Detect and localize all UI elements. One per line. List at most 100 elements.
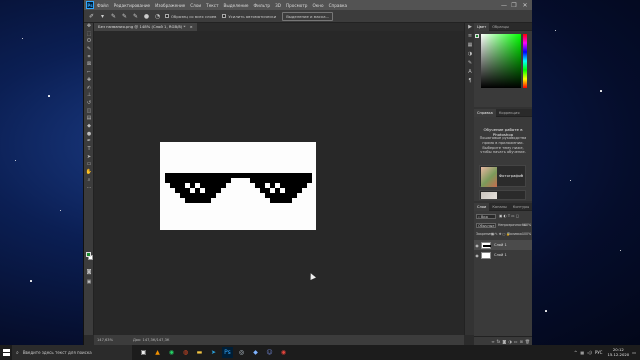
close-tab-icon[interactable]: ×	[190, 24, 193, 29]
whatsapp-app-icon[interactable]: ◉	[166, 347, 177, 358]
rectangle-tool-icon[interactable]: ▭	[84, 161, 94, 169]
blend-mode-select[interactable]: Обычные	[476, 223, 496, 228]
path-selection-tool-icon[interactable]: ➤	[84, 154, 94, 162]
game-app-icon[interactable]: ◆	[250, 347, 261, 358]
link-layers-icon[interactable]: ∞	[491, 339, 494, 344]
select-and-mask-button[interactable]: Выделение и маска...	[282, 11, 334, 21]
quick-selection-tool-icon[interactable]: ✎	[84, 46, 94, 54]
opacity-value[interactable]: 100%	[522, 223, 531, 227]
menu-select[interactable]: Выделение	[224, 3, 249, 8]
zoom-level[interactable]: 147,63%	[97, 338, 113, 342]
move-tool-icon[interactable]: ✥	[84, 23, 94, 31]
close-window-button[interactable]: ✕	[521, 1, 529, 9]
document-tab[interactable]: Без названия.png @ 148% (Слой 1, RGB/8) …	[94, 23, 197, 31]
dropdown-chevron-icon[interactable]: ▾	[99, 13, 106, 20]
steam-app-icon[interactable]: ◎	[236, 347, 247, 358]
clone-stamp-tool-icon[interactable]: ⊥	[84, 92, 94, 100]
show-hidden-icons-icon[interactable]: ^	[574, 350, 577, 355]
minimize-button[interactable]: —	[500, 1, 508, 9]
vlc-app-icon[interactable]: ▲	[152, 347, 163, 358]
quick-mask-icon[interactable]: ◙	[84, 269, 94, 277]
menu-file[interactable]: Файл	[97, 3, 109, 8]
menu-3d[interactable]: 3D	[275, 3, 281, 8]
marquee-tool-icon[interactable]: ⬚	[84, 31, 94, 39]
screen-mode-icon[interactable]: ▣	[84, 279, 94, 287]
new-layer-icon[interactable]: ⊞	[520, 339, 523, 344]
quick-selection-tool-icon[interactable]: ✐	[88, 13, 95, 20]
history-brush-tool-icon[interactable]: ↺	[84, 100, 94, 108]
brush-angle-icon[interactable]: ◔	[154, 13, 161, 20]
color-picker-field[interactable]	[481, 34, 521, 88]
new-selection-icon[interactable]: ✎	[110, 13, 117, 20]
volume-icon[interactable]: ◁)	[587, 350, 592, 355]
menu-layer[interactable]: Слои	[190, 3, 201, 8]
menu-edit[interactable]: Редактирование	[114, 3, 151, 8]
learn-card-photography[interactable]: Фотография ›	[479, 165, 526, 187]
photoshop-app-icon[interactable]: Ps	[222, 347, 233, 358]
crop-tool-icon[interactable]: ⌗	[84, 54, 94, 62]
telegram-app-icon[interactable]: ➤	[208, 347, 219, 358]
add-mask-icon[interactable]: ◙	[502, 339, 506, 344]
tab-channels[interactable]: Каналы	[489, 203, 509, 211]
tab-adjustments[interactable]: Коррекция	[496, 109, 523, 117]
type-tool-icon[interactable]: T	[84, 146, 94, 154]
menu-help[interactable]: Справка	[329, 3, 347, 8]
browser-app-icon[interactable]: ◍	[180, 347, 191, 358]
eyedropper-tool-icon[interactable]: ⌐	[84, 69, 94, 77]
menu-image[interactable]: Изображение	[155, 3, 185, 8]
network-icon[interactable]: ▦	[580, 350, 584, 355]
fill-value[interactable]: 100%	[522, 232, 531, 236]
layer-row[interactable]: ◉ Слой 1	[474, 250, 532, 260]
task-view-icon[interactable]: ▣	[138, 347, 149, 358]
menu-type[interactable]: Текст	[206, 3, 218, 8]
pen-tool-icon[interactable]: ✒	[84, 138, 94, 146]
lasso-tool-icon[interactable]: ʘ	[84, 38, 94, 46]
visibility-eye-icon[interactable]: ◉	[474, 243, 480, 248]
tab-layers[interactable]: Слои	[474, 202, 490, 211]
tab-swatches[interactable]: Образцы	[489, 23, 512, 31]
document-canvas[interactable]	[160, 142, 316, 230]
foreground-color-swatch[interactable]	[86, 252, 91, 257]
brush-size-icon[interactable]: ●	[143, 13, 150, 20]
subtract-selection-icon[interactable]: ✎	[132, 13, 139, 20]
discord-app-icon[interactable]: ☺	[264, 347, 275, 358]
layer-filter-icons[interactable]: ▣ ◐ T ▭ ▢	[499, 214, 519, 218]
hand-tool-icon[interactable]: ✋	[84, 169, 94, 177]
menu-window[interactable]: Окно	[312, 3, 323, 8]
tab-paths[interactable]: Контуры	[510, 203, 532, 211]
layer-name[interactable]: Слой 1	[494, 243, 507, 247]
new-group-icon[interactable]: ▭	[514, 339, 518, 344]
start-button[interactable]	[0, 345, 12, 360]
layer-filter-select[interactable]: ⌕ Вид	[476, 214, 496, 219]
gradient-tool-icon[interactable]: ▤	[84, 115, 94, 123]
layer-name[interactable]: Слой 1	[494, 253, 507, 257]
file-explorer-app-icon[interactable]: ▬	[194, 347, 205, 358]
layer-style-icon[interactable]: fx	[497, 339, 501, 344]
hue-slider[interactable]	[523, 34, 527, 88]
clock[interactable]: 20:12 15.12.2020	[607, 347, 629, 357]
auto-enhance-checkbox[interactable]	[222, 14, 227, 18]
menu-view[interactable]: Просмотр	[286, 3, 308, 8]
zoom-tool-icon[interactable]: ⌕	[84, 177, 94, 185]
tab-learn[interactable]: Справка	[474, 108, 496, 117]
visibility-eye-icon[interactable]: ◉	[474, 253, 480, 258]
keyboard-language[interactable]: РУС	[595, 350, 603, 355]
brush-tool-icon[interactable]: ✍	[84, 85, 94, 93]
chrome-app-icon[interactable]: ◉	[278, 347, 289, 358]
add-to-selection-icon[interactable]: ✎	[121, 13, 128, 20]
foreground-swatch-mini[interactable]	[475, 34, 479, 38]
blur-tool-icon[interactable]: ◆	[84, 123, 94, 131]
more-tools-icon[interactable]: …	[84, 184, 94, 192]
restore-button[interactable]: ❐	[510, 1, 518, 9]
sample-all-layers-checkbox[interactable]	[165, 14, 169, 18]
menu-filter[interactable]: Фильтр	[254, 3, 271, 8]
dodge-tool-icon[interactable]: ●	[84, 131, 94, 139]
tab-color[interactable]: Цвет	[474, 22, 490, 31]
delete-layer-icon[interactable]: 🗑	[525, 339, 530, 344]
notifications-icon[interactable]: ▭	[632, 350, 636, 355]
learn-card-next[interactable]	[479, 190, 526, 200]
canvas-workspace[interactable]	[94, 31, 464, 335]
frame-tool-icon[interactable]: ⊠	[84, 61, 94, 69]
adjustment-layer-icon[interactable]: ◑	[508, 339, 512, 344]
eraser-tool-icon[interactable]: ◫	[84, 108, 94, 116]
